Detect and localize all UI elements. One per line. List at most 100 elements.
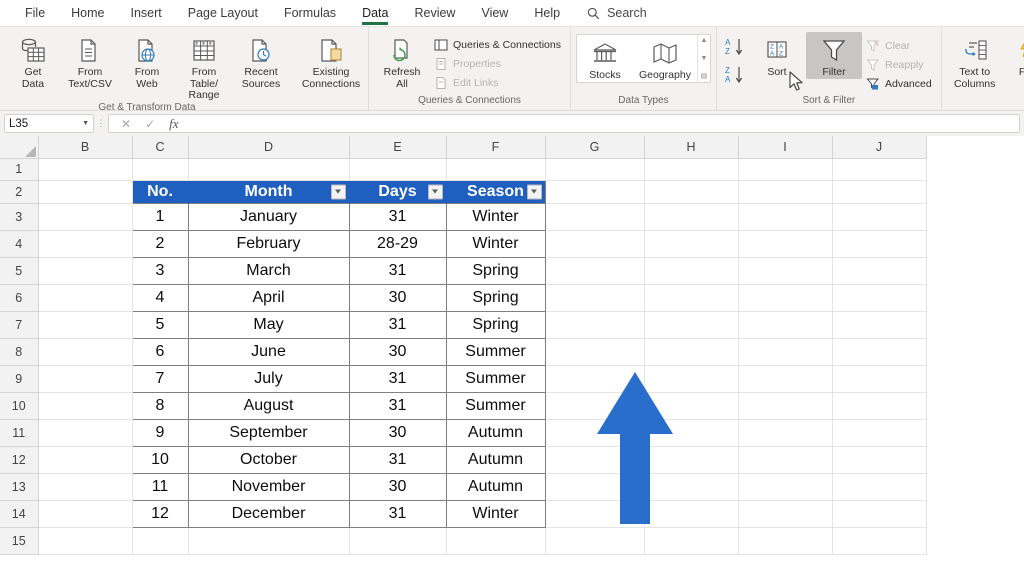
grid-cell-B1[interactable] — [38, 158, 133, 181]
row-header-5[interactable]: 5 — [0, 257, 39, 285]
grid-cell-I9[interactable] — [738, 365, 833, 393]
grid-cell-B9[interactable] — [38, 365, 133, 393]
grid-cell-B8[interactable] — [38, 338, 133, 366]
sort-button[interactable]: Z A A Z Sort — [749, 32, 805, 79]
grid-cell-J15[interactable] — [832, 527, 927, 555]
grid-cell-G3[interactable] — [545, 203, 645, 231]
grid-cell-H13[interactable] — [644, 473, 739, 501]
grid-cell-G13[interactable] — [545, 473, 645, 501]
table-cell-season[interactable]: Spring — [445, 283, 546, 312]
grid-cell-H5[interactable] — [644, 257, 739, 285]
grid-cell-I12[interactable] — [738, 446, 833, 474]
tab-data[interactable]: Data — [349, 3, 401, 25]
table-cell-days[interactable]: 31 — [348, 499, 447, 528]
grid-cell-B7[interactable] — [38, 311, 133, 339]
grid-cell-G2[interactable] — [545, 180, 645, 204]
table-cell-days[interactable]: 30 — [348, 472, 447, 501]
grid-cell-I5[interactable] — [738, 257, 833, 285]
grid-cell-H2[interactable] — [644, 180, 739, 204]
column-header-J[interactable]: J — [832, 136, 927, 159]
grid-cell-J7[interactable] — [832, 311, 927, 339]
grid-cell-J3[interactable] — [832, 203, 927, 231]
table-cell-month[interactable]: August — [187, 391, 350, 420]
grid-cell-J4[interactable] — [832, 230, 927, 258]
grid-cell-C1[interactable] — [132, 158, 189, 181]
recent-sources-button[interactable]: Recent Sources — [233, 32, 289, 90]
column-header-G[interactable]: G — [545, 136, 645, 159]
grid-cell-H14[interactable] — [644, 500, 739, 528]
table-cell-no[interactable]: 6 — [131, 337, 189, 366]
row-header-9[interactable]: 9 — [0, 365, 39, 393]
grid-cell-B12[interactable] — [38, 446, 133, 474]
text-to-columns-button[interactable]: Text to Columns — [947, 32, 1003, 90]
flash-fill-button[interactable]: Flash Fill — [1004, 32, 1024, 90]
table-cell-month[interactable]: September — [187, 418, 350, 447]
tab-home[interactable]: Home — [58, 3, 117, 24]
table-cell-no[interactable]: 7 — [131, 364, 189, 393]
grid-cell-J8[interactable] — [832, 338, 927, 366]
table-cell-no[interactable]: 9 — [131, 418, 189, 447]
grid-cell-G14[interactable] — [545, 500, 645, 528]
table-cell-days[interactable]: 30 — [348, 283, 447, 312]
column-header-B[interactable]: B — [38, 136, 133, 159]
grid-cell-B13[interactable] — [38, 473, 133, 501]
grid-cell-B4[interactable] — [38, 230, 133, 258]
table-cell-days[interactable]: 31 — [348, 256, 447, 285]
grid-cell-G7[interactable] — [545, 311, 645, 339]
table-cell-days[interactable]: 31 — [348, 310, 447, 339]
table-cell-no[interactable]: 8 — [131, 391, 189, 420]
table-cell-no[interactable]: 4 — [131, 283, 189, 312]
table-cell-season[interactable]: Winter — [445, 202, 546, 231]
table-cell-season[interactable]: Spring — [445, 310, 546, 339]
table-cell-season[interactable]: Autumn — [445, 418, 546, 447]
data-types-scroll[interactable]: ▲ ▼ ▤ — [696, 35, 710, 82]
table-header-season[interactable]: Season — [446, 179, 546, 203]
table-cell-no[interactable]: 1 — [131, 202, 189, 231]
grid-cell-I4[interactable] — [738, 230, 833, 258]
row-header-15[interactable]: 15 — [0, 527, 39, 555]
grid-cell-D15[interactable] — [188, 527, 350, 555]
grid-cell-B2[interactable] — [38, 180, 133, 204]
table-cell-month[interactable]: October — [187, 445, 350, 474]
scroll-up-icon[interactable]: ▲ — [701, 37, 708, 44]
row-header-10[interactable]: 10 — [0, 392, 39, 420]
grid-cell-J13[interactable] — [832, 473, 927, 501]
formula-bar-grip[interactable]: ⋮ — [94, 118, 108, 129]
grid-cell-J9[interactable] — [832, 365, 927, 393]
table-cell-season[interactable]: Autumn — [445, 445, 546, 474]
grid-cell-G6[interactable] — [545, 284, 645, 312]
column-header-F[interactable]: F — [446, 136, 546, 159]
table-cell-month[interactable]: June — [187, 337, 350, 366]
grid-cell-I1[interactable] — [738, 158, 833, 181]
grid-cell-G11[interactable] — [545, 419, 645, 447]
formula-input[interactable] — [190, 114, 1020, 133]
column-header-H[interactable]: H — [644, 136, 739, 159]
grid-cell-J2[interactable] — [832, 180, 927, 204]
tab-help[interactable]: Help — [521, 3, 573, 24]
table-cell-season[interactable]: Autumn — [445, 472, 546, 501]
grid-cell-I15[interactable] — [738, 527, 833, 555]
table-cell-days[interactable]: 31 — [348, 202, 447, 231]
filter-button[interactable]: Filter — [805, 32, 862, 79]
table-cell-season[interactable]: Summer — [445, 337, 546, 366]
grid-cell-H8[interactable] — [644, 338, 739, 366]
grid-cell-I11[interactable] — [738, 419, 833, 447]
table-cell-days[interactable]: 31 — [348, 391, 447, 420]
grid-cell-J1[interactable] — [832, 158, 927, 181]
grid-cell-G4[interactable] — [545, 230, 645, 258]
grid-cell-J12[interactable] — [832, 446, 927, 474]
row-header-12[interactable]: 12 — [0, 446, 39, 474]
tab-file[interactable]: File — [12, 3, 58, 24]
table-header-month[interactable]: Month — [188, 179, 350, 203]
cancel-icon[interactable]: ✕ — [121, 118, 131, 130]
grid-cell-G15[interactable] — [545, 527, 645, 555]
column-header-E[interactable]: E — [349, 136, 447, 159]
column-header-D[interactable]: D — [188, 136, 350, 159]
grid-cell-B14[interactable] — [38, 500, 133, 528]
table-cell-month[interactable]: February — [187, 229, 350, 258]
table-cell-season[interactable]: Winter — [445, 229, 546, 258]
table-cell-season[interactable]: Winter — [445, 499, 546, 528]
table-cell-no[interactable]: 3 — [131, 256, 189, 285]
enter-icon[interactable]: ✓ — [145, 118, 155, 130]
grid-cell-I8[interactable] — [738, 338, 833, 366]
